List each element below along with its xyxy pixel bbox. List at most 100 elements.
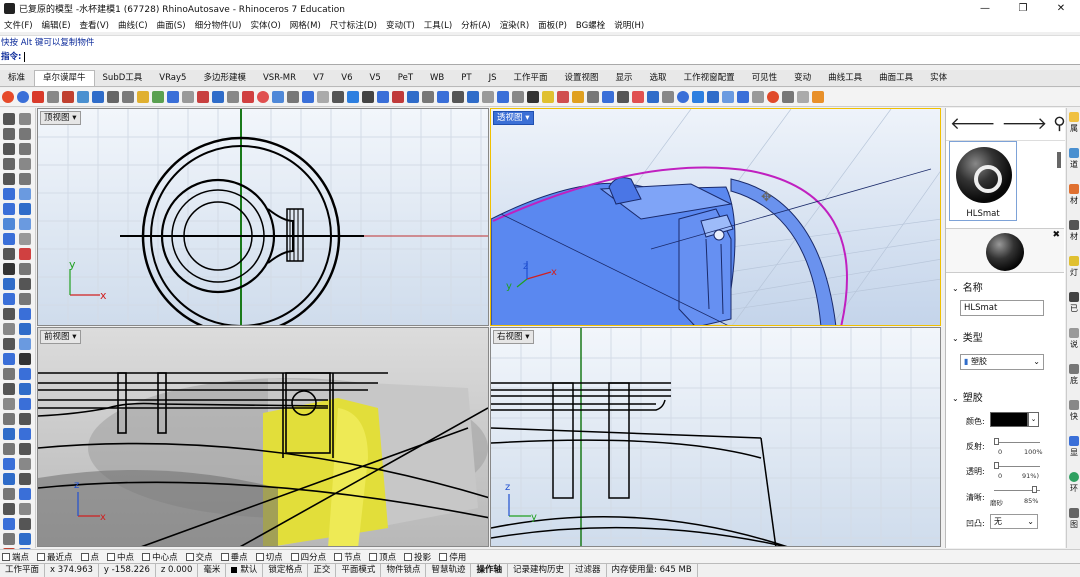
transparency-slider[interactable]: [994, 466, 1040, 467]
join-icon[interactable]: [362, 91, 374, 103]
back-arrow-icon[interactable]: 🡐: [950, 114, 996, 134]
osnap-end[interactable]: 端点: [2, 551, 29, 563]
pan-icon[interactable]: [707, 91, 719, 103]
clarity-slider-knob[interactable]: [1032, 486, 1037, 493]
section-plastic[interactable]: ⌄ 塑胶: [952, 389, 983, 404]
menu-render[interactable]: 渲染(R): [500, 19, 530, 31]
viewport-front-dropdown-icon[interactable]: ▾: [72, 332, 76, 342]
color-dropdown-icon[interactable]: ⌄: [1028, 412, 1039, 427]
zoom-icon[interactable]: [692, 91, 704, 103]
osnap-end-checkbox[interactable]: [2, 552, 10, 561]
earth-icon[interactable]: [77, 91, 89, 103]
distance-tool-icon[interactable]: [3, 382, 15, 395]
tab-standard[interactable]: 标准: [0, 71, 35, 86]
section-type[interactable]: ⌄ 类型: [952, 329, 983, 344]
mirror-tool-icon[interactable]: [19, 322, 31, 335]
explode-tool-icon[interactable]: [3, 292, 15, 305]
osnap-project-checkbox[interactable]: [404, 552, 413, 561]
dots-icon[interactable]: [797, 91, 809, 103]
reflect-slider-knob[interactable]: [994, 438, 999, 445]
menu-surface[interactable]: 曲面(S): [157, 19, 186, 31]
camera-tool-icon[interactable]: [19, 427, 31, 440]
render-icon[interactable]: [62, 91, 74, 103]
status-planar[interactable]: 平面模式: [336, 564, 382, 577]
osnap-disable[interactable]: 停用: [439, 551, 466, 563]
command-line[interactable]: 指令:: [0, 50, 1080, 65]
curve-tool-icon[interactable]: [19, 127, 31, 140]
osnap-quad-checkbox[interactable]: [290, 552, 299, 561]
plane-tool-icon[interactable]: [19, 187, 31, 200]
tab-subd-tools[interactable]: SubD工具: [95, 71, 152, 86]
array-icon[interactable]: [452, 91, 464, 103]
tab-pet[interactable]: PeT: [390, 71, 423, 86]
osnap-point-checkbox[interactable]: [80, 552, 89, 561]
boolean-tool-icon[interactable]: [19, 247, 31, 260]
tab-v5[interactable]: V5: [362, 71, 390, 86]
viewport-right-label[interactable]: 右视图 ▾: [493, 330, 534, 344]
collapse-plastic-icon[interactable]: ⌄: [952, 394, 959, 403]
osnap-near-checkbox[interactable]: [37, 552, 46, 561]
snap-tool-icon[interactable]: [3, 442, 15, 455]
menu-curve[interactable]: 曲线(C): [118, 19, 148, 31]
pencil-icon[interactable]: [137, 91, 149, 103]
subd-tool-icon[interactable]: [19, 232, 31, 245]
angle-tool-icon[interactable]: [19, 382, 31, 395]
collapse-name-icon[interactable]: ⌄: [952, 284, 959, 293]
tab-set-view[interactable]: 设置视图: [557, 71, 608, 86]
osnap-mid-checkbox[interactable]: [107, 552, 116, 561]
close-preview-icon[interactable]: ✖: [1052, 230, 1060, 240]
osnap-perp-checkbox[interactable]: [220, 552, 229, 561]
thumbnail-scrollbar[interactable]: [1057, 152, 1061, 168]
patch-tool-icon[interactable]: [3, 502, 15, 515]
scale-icon[interactable]: [422, 91, 434, 103]
type-dropdown-icon[interactable]: ⌄: [1033, 355, 1040, 369]
rotate-tool-icon[interactable]: [19, 307, 31, 320]
menu-analyze[interactable]: 分析(A): [461, 19, 490, 31]
blend-icon[interactable]: [302, 91, 314, 103]
tab-viewport-layout[interactable]: 工作视窗配置: [676, 71, 744, 86]
cube-icon[interactable]: [47, 91, 59, 103]
tab-surface-tools[interactable]: 曲面工具: [871, 71, 923, 86]
osnap-tangent-checkbox[interactable]: [255, 552, 264, 561]
layer-tool-icon[interactable]: [3, 397, 15, 410]
osnap-center[interactable]: 中心点: [142, 551, 178, 563]
surface-icon[interactable]: [152, 91, 164, 103]
osnap-intersection[interactable]: 交点: [185, 551, 213, 563]
osnap-tangent[interactable]: 切点: [255, 551, 283, 563]
close-button[interactable]: ✕: [1042, 0, 1080, 17]
text-obj-tool-icon[interactable]: [19, 532, 31, 545]
viewport-top-label[interactable]: 顶视图 ▾: [40, 111, 81, 125]
loft-tool-icon[interactable]: [3, 487, 15, 500]
side-tab-environment[interactable]: 环: [1068, 472, 1080, 494]
osnap-point[interactable]: 点: [80, 551, 99, 563]
shell-tool-icon[interactable]: [3, 532, 15, 545]
status-filter[interactable]: 过滤器: [570, 564, 607, 577]
offset-icon[interactable]: [287, 91, 299, 103]
capture-icon[interactable]: [782, 91, 794, 103]
wire-icon[interactable]: [752, 91, 764, 103]
menu-mesh[interactable]: 网格(M): [290, 19, 321, 31]
menu-bg-bolt[interactable]: BG螺栓: [576, 19, 605, 31]
osnap-knot-checkbox[interactable]: [334, 552, 343, 561]
material-type-select[interactable]: ▮ 塑胶 ⌄: [960, 354, 1044, 370]
boolean-icon[interactable]: [347, 91, 359, 103]
render-sphere-icon[interactable]: [767, 91, 779, 103]
osnap-perp[interactable]: 垂点: [220, 551, 248, 563]
offset-tool-icon[interactable]: [19, 472, 31, 485]
align-tool-icon[interactable]: [19, 337, 31, 350]
status-ortho[interactable]: 正交: [308, 564, 337, 577]
side-tab-named[interactable]: 已: [1068, 292, 1080, 314]
contour-icon[interactable]: [512, 91, 524, 103]
status-grid-snap[interactable]: 锁定格点: [263, 564, 309, 577]
trim-tool-icon[interactable]: [19, 262, 31, 275]
polyline-icon[interactable]: [3, 127, 15, 140]
viewport-top-dropdown-icon[interactable]: ▾: [72, 113, 76, 123]
osnap-quad[interactable]: 四分点: [290, 551, 326, 563]
menu-subd[interactable]: 细分物件(U): [195, 19, 242, 31]
minimize-button[interactable]: —: [966, 0, 1004, 17]
ellipse-tool-icon[interactable]: [3, 172, 15, 185]
move-icon[interactable]: [392, 91, 404, 103]
rotate-icon[interactable]: [407, 91, 419, 103]
fillet-icon[interactable]: [227, 91, 239, 103]
mirror-icon[interactable]: [437, 91, 449, 103]
